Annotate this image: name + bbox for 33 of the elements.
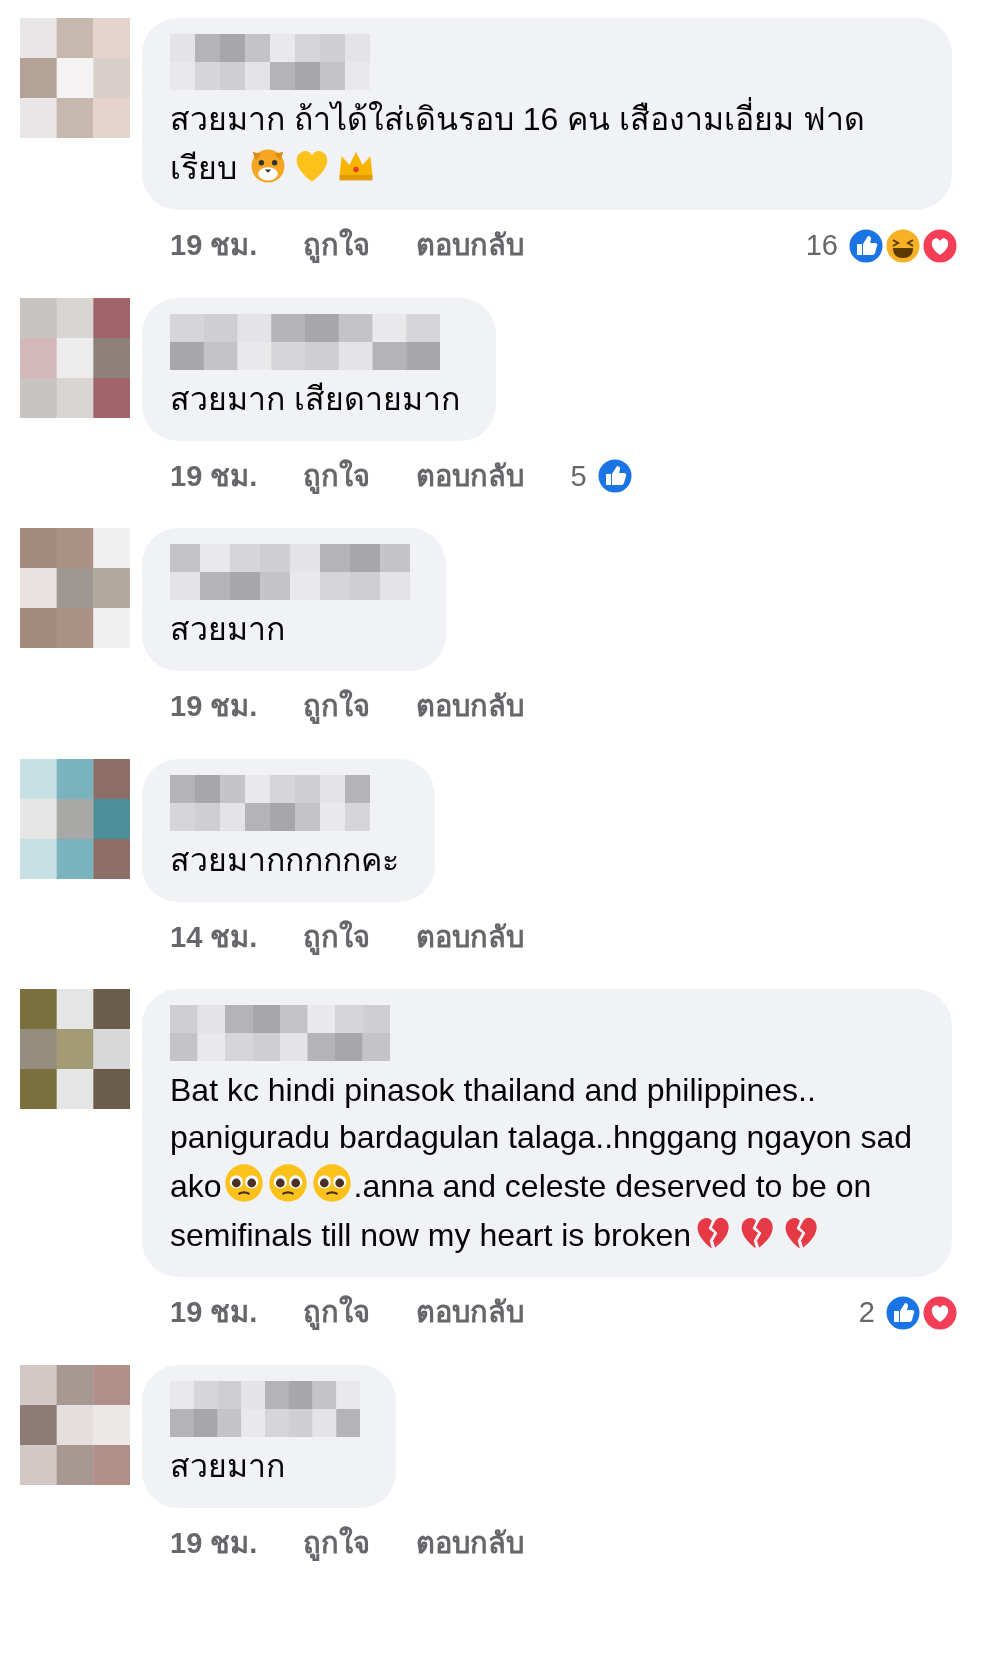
- avatar[interactable]: [20, 528, 130, 648]
- reply-link[interactable]: ตอบกลับ: [416, 1521, 525, 1565]
- avatar[interactable]: [20, 1364, 130, 1485]
- avatar[interactable]: [20, 297, 130, 418]
- comment-text: สวยมากกกกกคะ: [170, 840, 399, 880]
- avatar[interactable]: [20, 989, 130, 1109]
- like-link[interactable]: ถูกใจ: [303, 454, 371, 498]
- reaction-count[interactable]: 2: [858, 1291, 875, 1335]
- avatar[interactable]: [20, 758, 130, 879]
- reaction-count[interactable]: 5: [570, 454, 587, 498]
- comment-time[interactable]: 19 ชม.: [170, 454, 258, 498]
- comment-text: สวยมาก: [170, 610, 286, 649]
- like-link[interactable]: ถูกใจ: [303, 224, 371, 268]
- avatar[interactable]: [20, 18, 130, 138]
- reply-link[interactable]: ตอบกลับ: [416, 224, 525, 268]
- comment-time[interactable]: 19 ชม.: [170, 224, 258, 268]
- reply-link[interactable]: ตอบกลับ: [416, 915, 525, 959]
- comment-text: สวยมาก เสียดายมาก: [170, 379, 460, 419]
- comment-time[interactable]: 19 ชม.: [170, 1521, 258, 1565]
- reaction-count[interactable]: 16: [805, 224, 838, 268]
- like-link[interactable]: ถูกใจ: [303, 1521, 371, 1565]
- reply-link[interactable]: ตอบกลับ: [416, 1291, 525, 1335]
- like-link[interactable]: ถูกใจ: [303, 1291, 371, 1335]
- comment-text: สวยมาก: [170, 1446, 286, 1486]
- like-link[interactable]: ถูกใจ: [303, 915, 371, 959]
- reply-link[interactable]: ตอบกลับ: [416, 685, 525, 729]
- comment-text: สวยมาก ถ้าได้ใส่เดินรอบ 16 คน เสืองามเอี่ยม ฟาดเรียบ: [170, 96, 916, 192]
- like-link[interactable]: ถูกใจ: [303, 685, 371, 729]
- comment-text: Bat kc hindi pinasok thailand and philippines.. paniguradu bardagulan talaga..hnggang ngayon sad ako .anna and celeste deserved to be on semifinals till now my heart is broken: [170, 1071, 913, 1256]
- reply-link[interactable]: ตอบกลับ: [416, 454, 525, 498]
- comment-time[interactable]: 19 ชม.: [170, 1291, 258, 1335]
- comment-time[interactable]: 19 ชม.: [170, 685, 258, 729]
- comment-time[interactable]: 14 ชม.: [170, 915, 258, 959]
